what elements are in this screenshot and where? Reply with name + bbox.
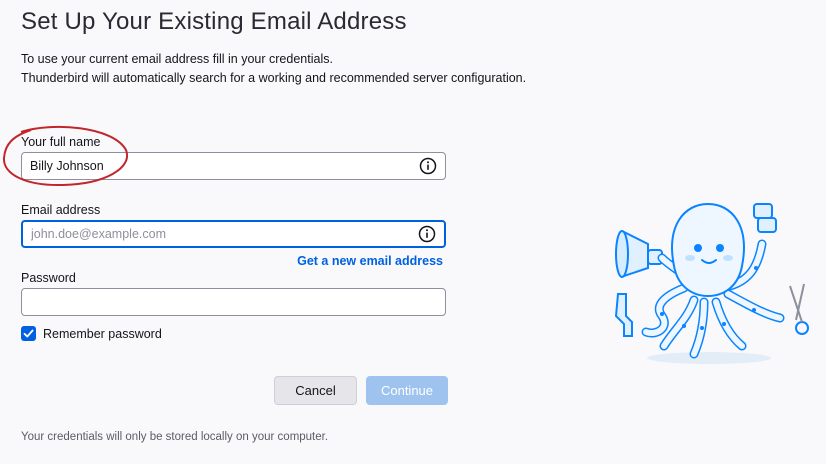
continue-button[interactable]: Continue (366, 376, 448, 405)
password-field[interactable] (21, 288, 446, 316)
info-icon[interactable] (418, 225, 436, 243)
page-title: Set Up Your Existing Email Address (21, 8, 407, 35)
remember-password-label: Remember password (43, 326, 162, 341)
email-input[interactable] (23, 222, 418, 246)
description-line-2: Thunderbird will automatically search fo… (21, 71, 527, 85)
cancel-button[interactable]: Cancel (274, 376, 357, 405)
checkmark-icon (23, 329, 34, 338)
email-field[interactable] (21, 220, 446, 248)
description-line-1: To use your current email address fill i… (21, 52, 333, 66)
get-new-email-link[interactable]: Get a new email address (297, 254, 443, 268)
page-description: To use your current email address fill i… (21, 50, 526, 88)
info-icon[interactable] (419, 157, 437, 175)
remember-password-checkbox[interactable] (21, 326, 36, 341)
password-label: Password (21, 271, 76, 285)
octopus-mascot-illustration (614, 202, 809, 364)
email-label: Email address (21, 203, 101, 217)
remember-password-row[interactable]: Remember password (21, 326, 162, 341)
password-input[interactable] (22, 289, 445, 315)
annotation-ellipse (2, 125, 129, 187)
footer-note: Your credentials will only be stored loc… (21, 431, 329, 443)
